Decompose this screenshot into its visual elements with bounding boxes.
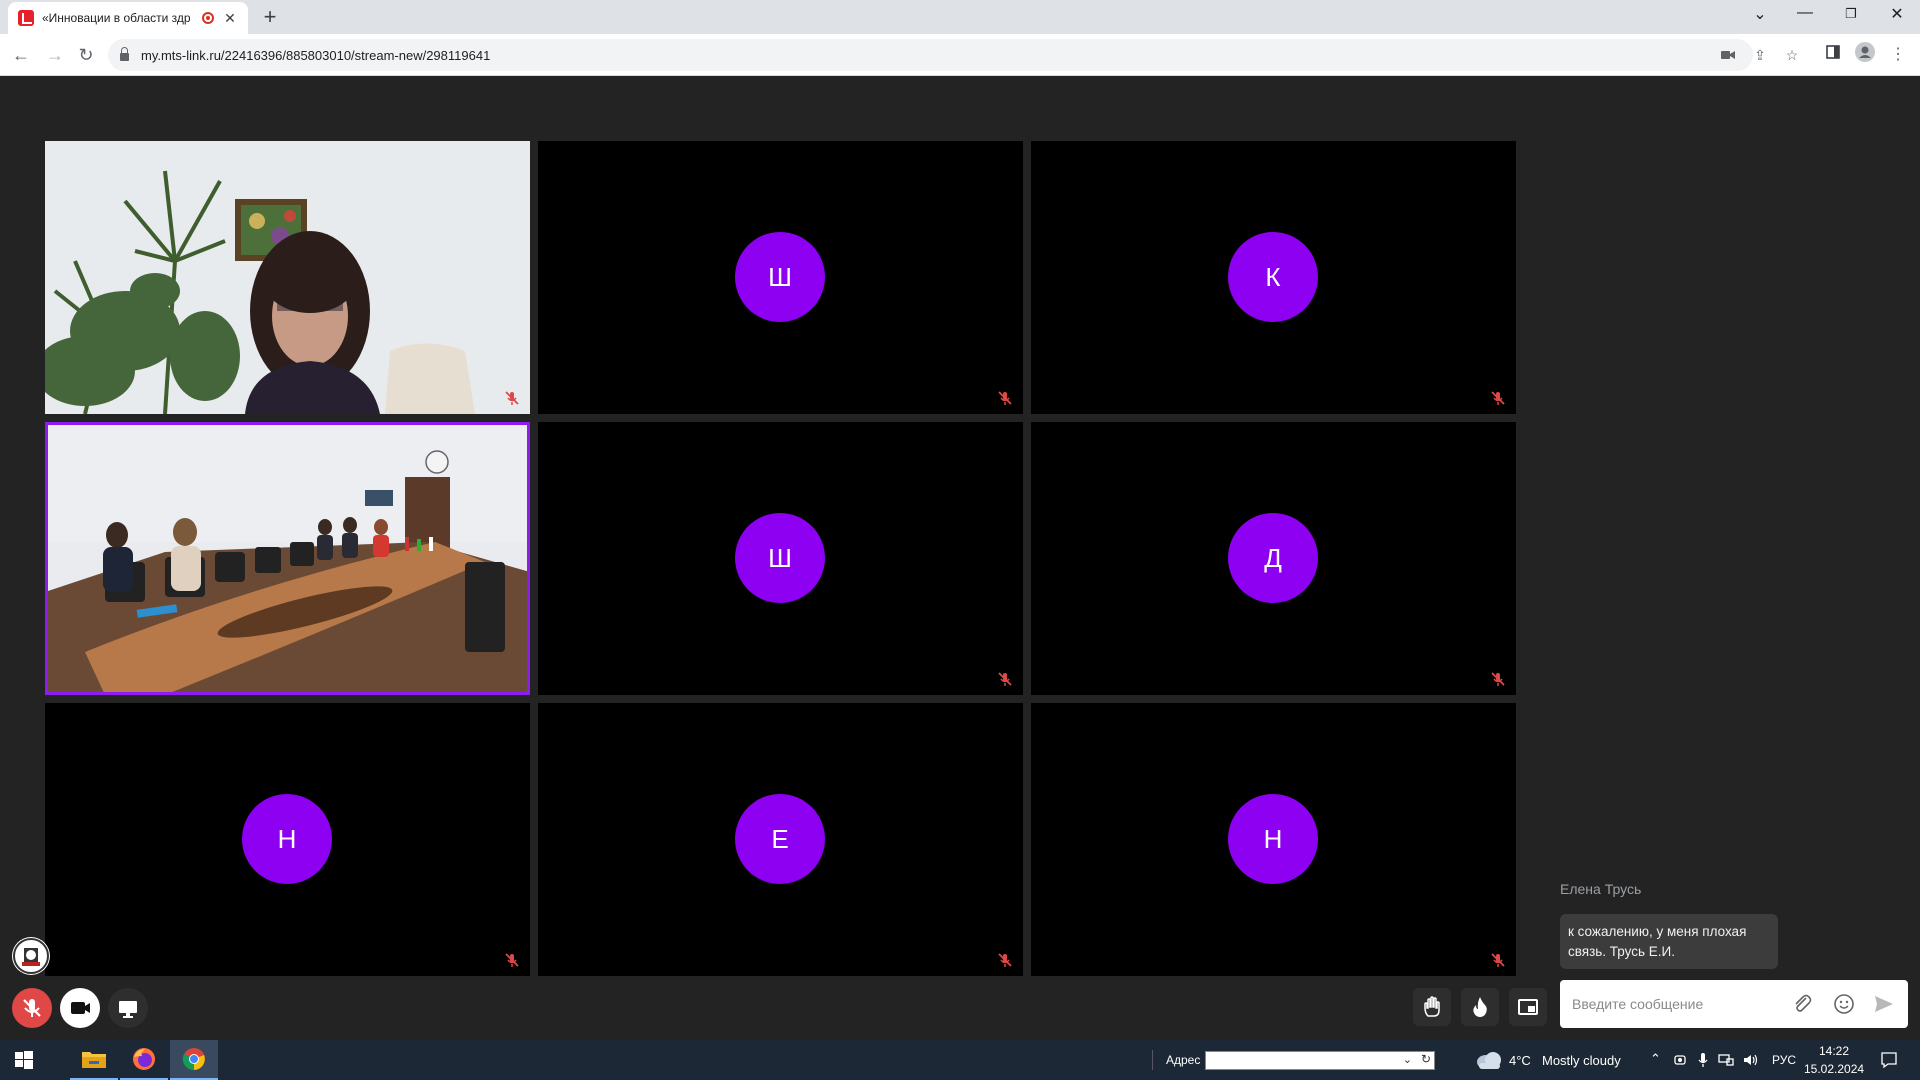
participant-tile[interactable]: Ш (538, 422, 1023, 695)
camera-toggle-button[interactable] (60, 988, 100, 1028)
user-profile-avatar[interactable] (12, 937, 50, 975)
participant-avatar: Е (735, 794, 825, 884)
tray-clock-time[interactable]: 14:22 (1808, 1044, 1860, 1058)
camera-on-icon (71, 1002, 90, 1014)
mic-muted-icon (1491, 953, 1505, 967)
weather-description: Mostly cloudy (1542, 1053, 1621, 1068)
reload-icon[interactable]: ↻ (73, 42, 99, 68)
tab-search-chevron-icon[interactable]: ⌄ (1745, 4, 1775, 24)
chrome-taskbar-button[interactable] (170, 1040, 218, 1080)
profile-icon[interactable] (1852, 42, 1878, 68)
address-toolbar-input[interactable]: ⌄ ↻ (1205, 1051, 1435, 1070)
windows-start-icon (15, 1051, 33, 1069)
explorer-taskbar-button[interactable] (70, 1040, 118, 1080)
tab-title: «Инновации в области здр (42, 11, 191, 25)
tray-volume-icon[interactable] (1743, 1053, 1759, 1067)
participant-avatar: Н (1228, 794, 1318, 884)
browser-tab[interactable]: «Инновации в области здр ✕ (8, 2, 248, 34)
participant-tile[interactable]: Д (1031, 422, 1516, 695)
input-language[interactable]: РУС (1772, 1053, 1796, 1067)
mic-toggle-button[interactable] (12, 988, 52, 1028)
windows-taskbar: Адрес ⌄ ↻ 4°C Mostly cloudy ⌃ РУС 14:22 … (0, 1040, 1920, 1080)
notification-center-icon[interactable] (1880, 1051, 1898, 1069)
chat-message-input[interactable] (1572, 996, 1772, 1012)
minimize-icon[interactable]: — (1790, 4, 1820, 22)
screen-share-icon (119, 1001, 137, 1018)
mic-muted-icon (998, 391, 1012, 405)
lock-icon (120, 47, 129, 61)
close-tab-icon[interactable]: ✕ (222, 10, 238, 27)
video-tile-presenter[interactable] (45, 141, 530, 414)
mic-muted-icon (505, 953, 519, 967)
mts-favicon (18, 10, 34, 26)
address-dropdown-icon[interactable]: ⌄ (1403, 1053, 1412, 1066)
back-icon[interactable]: ← (8, 42, 34, 68)
screen-share-button[interactable] (108, 988, 148, 1028)
address-go-icon[interactable]: ↻ (1421, 1052, 1431, 1066)
maximize-icon[interactable]: ❐ (1836, 6, 1866, 22)
weather-temperature: 4°C (1509, 1053, 1531, 1068)
record-icon (202, 12, 214, 24)
participant-tile[interactable]: Ш (538, 141, 1023, 414)
tray-overflow-icon[interactable]: ⌃ (1650, 1051, 1661, 1067)
participant-avatar: Д (1228, 513, 1318, 603)
participant-avatar: К (1228, 232, 1318, 322)
firefox-icon (133, 1048, 155, 1070)
camera-icon[interactable] (1716, 39, 1740, 71)
url-text[interactable]: my.mts-link.ru/22416396/885803010/stream… (141, 48, 490, 63)
reaction-icon (1473, 997, 1487, 1017)
participant-avatar: Ш (735, 232, 825, 322)
taskbar-divider (1152, 1050, 1153, 1070)
chat-message-author: Елена Трусь (1560, 881, 1642, 897)
send-icon[interactable] (1872, 992, 1896, 1016)
mic-off-icon (23, 999, 41, 1017)
mic-muted-icon (998, 953, 1012, 967)
share-icon[interactable]: ⇪ (1748, 39, 1772, 71)
picture-in-picture-button[interactable] (1509, 988, 1547, 1026)
conference-video-frame (45, 422, 530, 695)
address-toolbar-label: Адрес (1166, 1053, 1201, 1067)
participant-tile[interactable]: Н (1031, 703, 1516, 976)
sidepanel-icon[interactable] (1820, 42, 1846, 68)
participant-tile[interactable]: К (1031, 141, 1516, 414)
tray-clock-date[interactable]: 15.02.2024 (1804, 1062, 1864, 1076)
address-bar[interactable]: my.mts-link.ru/22416396/885803010/stream… (108, 39, 1798, 71)
close-window-icon[interactable]: ✕ (1882, 4, 1912, 24)
attach-icon[interactable] (1790, 992, 1814, 1016)
browser-toolbar: ← → ↻ my.mts-link.ru/22416396/885803010/… (0, 34, 1920, 76)
star-icon[interactable]: ☆ (1780, 39, 1804, 71)
weather-icon (1477, 1052, 1501, 1069)
chat-message-bubble: к сожалению, у меня плохая связь. Трусь … (1560, 914, 1778, 969)
mic-muted-icon (505, 391, 519, 405)
pip-icon (1518, 999, 1538, 1015)
raise-hand-button[interactable] (1413, 988, 1451, 1026)
mic-muted-icon (1491, 391, 1505, 405)
firefox-taskbar-button[interactable] (120, 1040, 168, 1080)
presenter-video-frame (45, 141, 530, 414)
forward-icon[interactable]: → (42, 42, 68, 68)
browser-tabstrip: «Инновации в области здр ✕ + ⌄ — ❐ ✕ (0, 0, 1920, 34)
tray-network-icon[interactable] (1718, 1053, 1734, 1067)
windows-start-button[interactable] (0, 1040, 48, 1080)
chrome-icon (182, 1048, 205, 1071)
participant-avatar: Н (242, 794, 332, 884)
tray-mic-icon[interactable] (1697, 1052, 1709, 1068)
explorer-icon (82, 1052, 106, 1068)
emoji-icon[interactable] (1832, 992, 1856, 1016)
chat-input-box (1560, 980, 1908, 1028)
new-tab-icon[interactable]: + (258, 5, 282, 29)
participant-tile[interactable]: Н (45, 703, 530, 976)
video-tile-conference-room[interactable] (45, 422, 530, 695)
menu-icon[interactable]: ⋮ (1885, 42, 1911, 68)
reaction-button[interactable] (1461, 988, 1499, 1026)
participant-tile[interactable]: Е (538, 703, 1023, 976)
raise-hand-icon (1424, 996, 1440, 1017)
mic-muted-icon (998, 672, 1012, 686)
tray-camera-icon[interactable] (1673, 1053, 1687, 1067)
mic-muted-icon (1491, 672, 1505, 686)
participant-avatar: Ш (735, 513, 825, 603)
